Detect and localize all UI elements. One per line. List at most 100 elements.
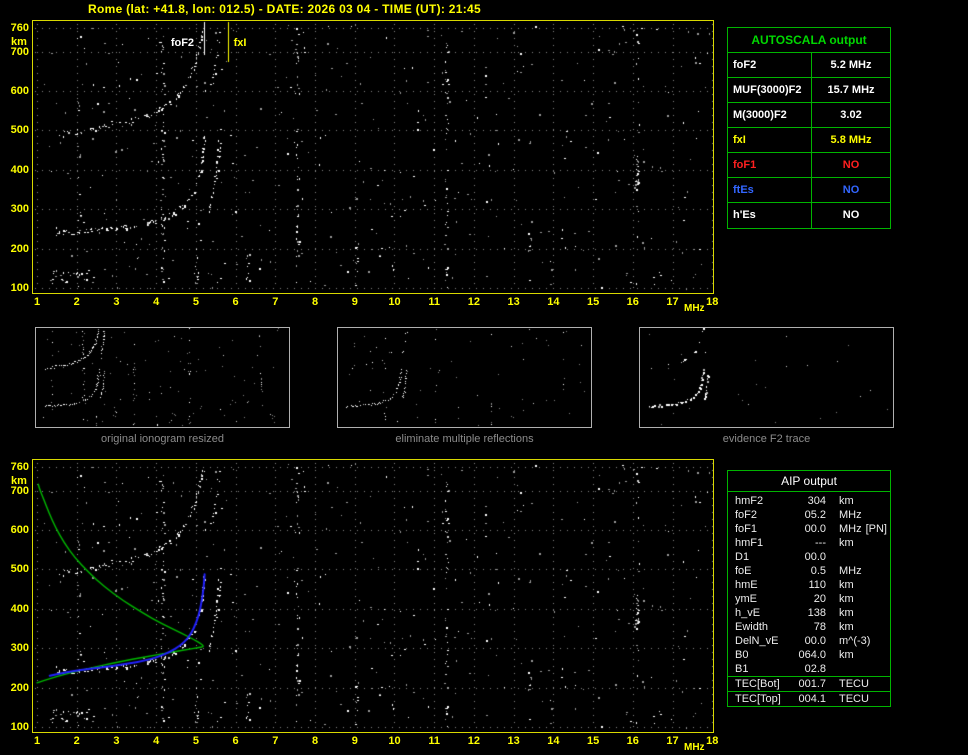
x-tick-bottom-16: 16 — [626, 735, 639, 747]
autoscala-row-1: MUF(3000)F2 15.7 MHz — [728, 78, 890, 103]
aip-row-tec-0: TEC[Bot] 001.7 TECU — [728, 676, 890, 691]
x-tick-top-4: 4 — [153, 296, 160, 308]
x-tick-bottom-5: 5 — [192, 735, 199, 747]
aip-row-label: foF2 — [735, 509, 758, 521]
x-tick-bottom-11: 11 — [428, 735, 440, 747]
autoscala-output-table: AUTOSCALA output foF2 5.2 MHz MUF(3000)F2 1… — [727, 27, 891, 229]
x-tick-bottom-7: 7 — [272, 735, 279, 747]
x-axis-unit-bottom: MHz — [684, 742, 705, 753]
top-ionogram-canvas — [33, 21, 713, 293]
y-tick-bottom-300: 300 — [10, 642, 29, 655]
autoscala-table-title: AUTOSCALA output — [728, 28, 890, 53]
thumbnail-eliminate-canvas — [338, 328, 591, 427]
aip-row-value: 001.7 — [798, 678, 826, 690]
x-tick-bottom-15: 15 — [586, 735, 600, 747]
aip-row-label: D1 — [735, 551, 750, 563]
aip-row-unit: TECU — [839, 693, 869, 705]
page-title: Rome (lat: +41.8, lon: 012.5) - DATE: 20… — [88, 2, 481, 16]
aip-row-unit: MHz — [839, 509, 862, 521]
autoscala-row-label: ftEs — [728, 178, 812, 202]
x-tick-top-1: 1 — [33, 296, 41, 308]
aip-row-6: hmE 110 km — [728, 578, 890, 592]
aip-row-unit — [826, 662, 839, 676]
x-tick-top-9: 9 — [351, 296, 358, 308]
aip-row-value: 00.0 — [804, 551, 826, 563]
x-tick-top-13: 13 — [507, 296, 520, 308]
autoscala-row-3: fxI 5.8 MHz — [728, 128, 890, 153]
autoscala-row-value: 5.8 MHz — [830, 134, 872, 146]
thumbnail-eliminate-reflections — [337, 327, 592, 428]
aip-row-10: DelN_vE 00.0 m^(-3) — [728, 634, 890, 648]
autoscala-row-0: foF2 5.2 MHz — [728, 53, 890, 78]
aip-row-note: [PN] — [865, 523, 887, 535]
aip-row-value: 064.0 — [798, 649, 826, 661]
y-tick-top-600: 600 — [10, 85, 29, 98]
aip-row-value: 138 — [807, 607, 826, 619]
x-tick-top-14: 14 — [547, 296, 560, 308]
autoscala-row-5: ftEs NO — [728, 178, 890, 203]
y-tick-bottom-600: 600 — [10, 524, 29, 537]
aip-row-12: B1 02.8 — [728, 662, 890, 676]
x-tick-top-7: 7 — [272, 296, 279, 308]
aip-row-unit: MHz — [839, 523, 862, 535]
x-tick-top-10: 10 — [388, 296, 401, 308]
aip-row-unit: km — [839, 649, 854, 661]
aip-table-title: AIP output — [728, 471, 890, 492]
aip-row-value: 05.2 — [804, 509, 826, 521]
aip-row-label: DelN_vE — [735, 635, 779, 647]
x-tick-top-8: 8 — [311, 296, 319, 308]
x-tick-top-3: 3 — [113, 296, 120, 308]
x-tick-bottom-2: 2 — [73, 735, 80, 747]
y-tick-bottom-200: 200 — [10, 681, 29, 694]
autoscala-row-label: foF2 — [728, 53, 812, 77]
thumbnail-original-canvas — [36, 328, 289, 427]
thumbnail-evidence-f2 — [639, 327, 894, 428]
x-tick-top-5: 5 — [192, 296, 199, 308]
y-tick-bottom-100: 100 — [10, 721, 29, 733]
y-tick-bottom-400: 400 — [10, 602, 29, 615]
bottom-ionogram-canvas — [33, 460, 713, 732]
autoscala-row-value: 3.02 — [840, 109, 862, 121]
aip-row-value: 02.8 — [804, 663, 826, 675]
aip-row-label: hmE — [735, 579, 758, 591]
autoscala-row-value: 5.2 MHz — [830, 59, 872, 71]
autoscala-row-value: NO — [842, 159, 860, 171]
aip-row-value: --- — [815, 537, 826, 549]
autoscala-row-label: MUF(3000)F2 — [728, 78, 812, 102]
x-tick-top-17: 17 — [666, 296, 679, 308]
x-tick-top-12: 12 — [467, 296, 481, 308]
x-tick-top-6: 6 — [232, 296, 239, 308]
aip-row-unit: km — [839, 495, 854, 507]
autoscala-row-value: 15.7 MHz — [827, 84, 875, 96]
aip-row-1: foF2 05.2 MHz — [728, 508, 890, 522]
x-tick-bottom-9: 9 — [351, 735, 358, 747]
autoscala-row-value: NO — [842, 209, 860, 221]
aip-row-unit: km — [839, 621, 854, 633]
aip-row-label: hmF1 — [735, 537, 764, 549]
aip-row-value: 78 — [813, 621, 826, 633]
aip-row-4: D1 00.0 — [728, 550, 890, 564]
thumbnail-evidence-canvas — [640, 328, 893, 427]
x-axis-unit-top: MHz — [684, 303, 705, 314]
aip-row-unit: km — [839, 537, 854, 549]
thumbnail-caption-evidence: evidence F2 trace — [722, 433, 811, 445]
y-tick-bottom-500: 500 — [10, 563, 29, 576]
x-tick-bottom-17: 17 — [666, 735, 679, 747]
autoscala-table-rows: foF2 5.2 MHz MUF(3000)F2 15.7 MHz M(3000)F2 3… — [728, 53, 890, 228]
y-axis-unit-bottom: km — [11, 475, 27, 487]
thumbnail-caption-eliminate: eliminate multiple reflections — [395, 433, 534, 445]
aip-row-value: 004.1 — [798, 693, 826, 705]
thumbnail-original-ionogram — [35, 327, 290, 428]
aip-row-value: 110 — [808, 579, 826, 591]
aip-table-rows: hmF2 304 km foF2 05.2 MHz foF1 00.0 MHz [PN] hmF1-… — [728, 492, 890, 676]
aip-row-value: 0.5 — [810, 565, 826, 577]
autoscala-row-2: M(3000)F2 3.02 — [728, 103, 890, 128]
y-tick-top-200: 200 — [10, 242, 29, 255]
aip-row-label: TEC[Bot] — [735, 678, 780, 690]
aip-row-label: h_vE — [735, 607, 761, 619]
x-tick-bottom-8: 8 — [311, 735, 319, 747]
autoscala-row-label: M(3000)F2 — [728, 103, 812, 127]
autoscala-row-label: fxI — [728, 128, 812, 152]
aip-row-unit: m^(-3) — [839, 635, 871, 647]
autoscala-row-value: NO — [842, 184, 860, 196]
